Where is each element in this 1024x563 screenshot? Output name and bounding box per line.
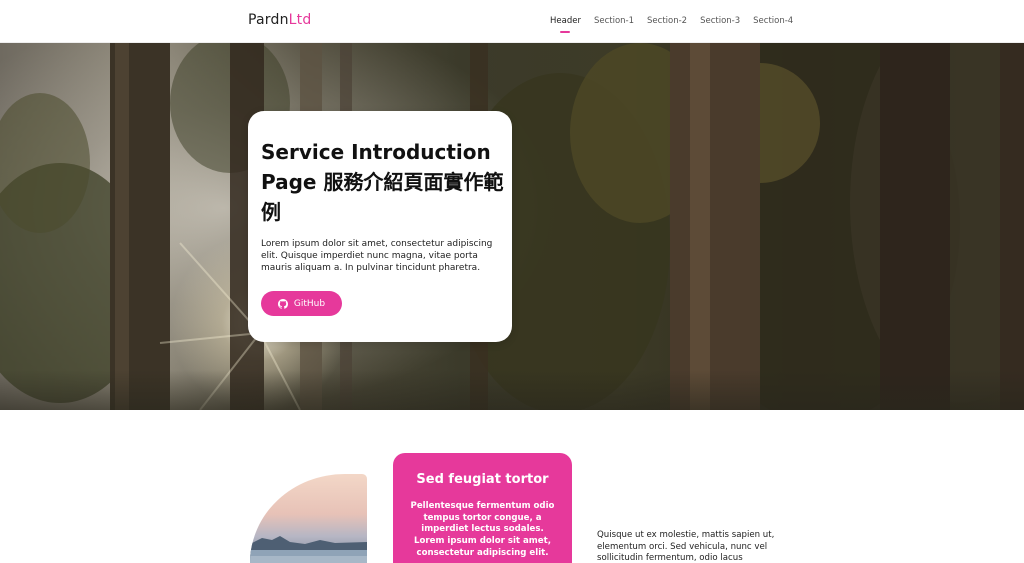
active-nav-indicator — [560, 31, 571, 33]
top-navbar: PardnLtd Header Section-1 Section-2 Sect… — [0, 0, 1024, 43]
brand-name-part2: Ltd — [288, 12, 312, 28]
github-button-label: GitHub — [293, 298, 326, 309]
hero-intro-card: Service Introduction Page 服務介紹頁面實作範例 Lor… — [248, 111, 512, 342]
brand-name-part1: Pardn — [248, 12, 289, 28]
nav-menu: Header Section-1 Section-2 Section-3 Sec… — [550, 16, 806, 33]
section-1-side-text: Quisque ut ex molestie, mattis sapien ut… — [597, 530, 775, 563]
hero-ground-shade — [0, 370, 1024, 410]
lake-photo-mountains — [250, 536, 367, 563]
nav-item-section-4[interactable]: Section-4 — [753, 16, 793, 26]
nav-item-header[interactable]: Header — [550, 16, 581, 33]
hero-banner — [0, 43, 1024, 410]
hero-description: Lorem ipsum dolor sit amet, consectetur … — [261, 239, 493, 273]
feature-card: Sed feugiat tortor Pellentesque fermentu… — [393, 453, 572, 563]
brand-logo[interactable]: PardnLtd — [248, 12, 311, 28]
feature-card-text: Pellentesque fermentum odio tempus torto… — [410, 501, 555, 558]
forest-illustration — [0, 43, 1024, 410]
feature-card-title: Sed feugiat tortor — [416, 472, 549, 487]
nav-item-section-2[interactable]: Section-2 — [647, 16, 687, 26]
nav-item-label: Header — [550, 16, 581, 26]
section-1: Sed feugiat tortor Pellentesque fermentu… — [0, 410, 1024, 563]
github-icon — [277, 298, 288, 309]
github-button[interactable]: GitHub — [261, 291, 342, 316]
nav-item-label: Section-4 — [753, 16, 794, 26]
nav-item-label: Section-3 — [700, 16, 741, 26]
nav-item-label: Section-1 — [593, 16, 635, 26]
hero-title: Service Introduction Page 服務介紹頁面實作範例 — [261, 140, 504, 224]
nav-item-label: Section-2 — [647, 16, 688, 26]
lake-photo — [250, 474, 367, 563]
nav-item-section-3[interactable]: Section-3 — [700, 16, 740, 26]
nav-item-section-1[interactable]: Section-1 — [594, 16, 634, 26]
